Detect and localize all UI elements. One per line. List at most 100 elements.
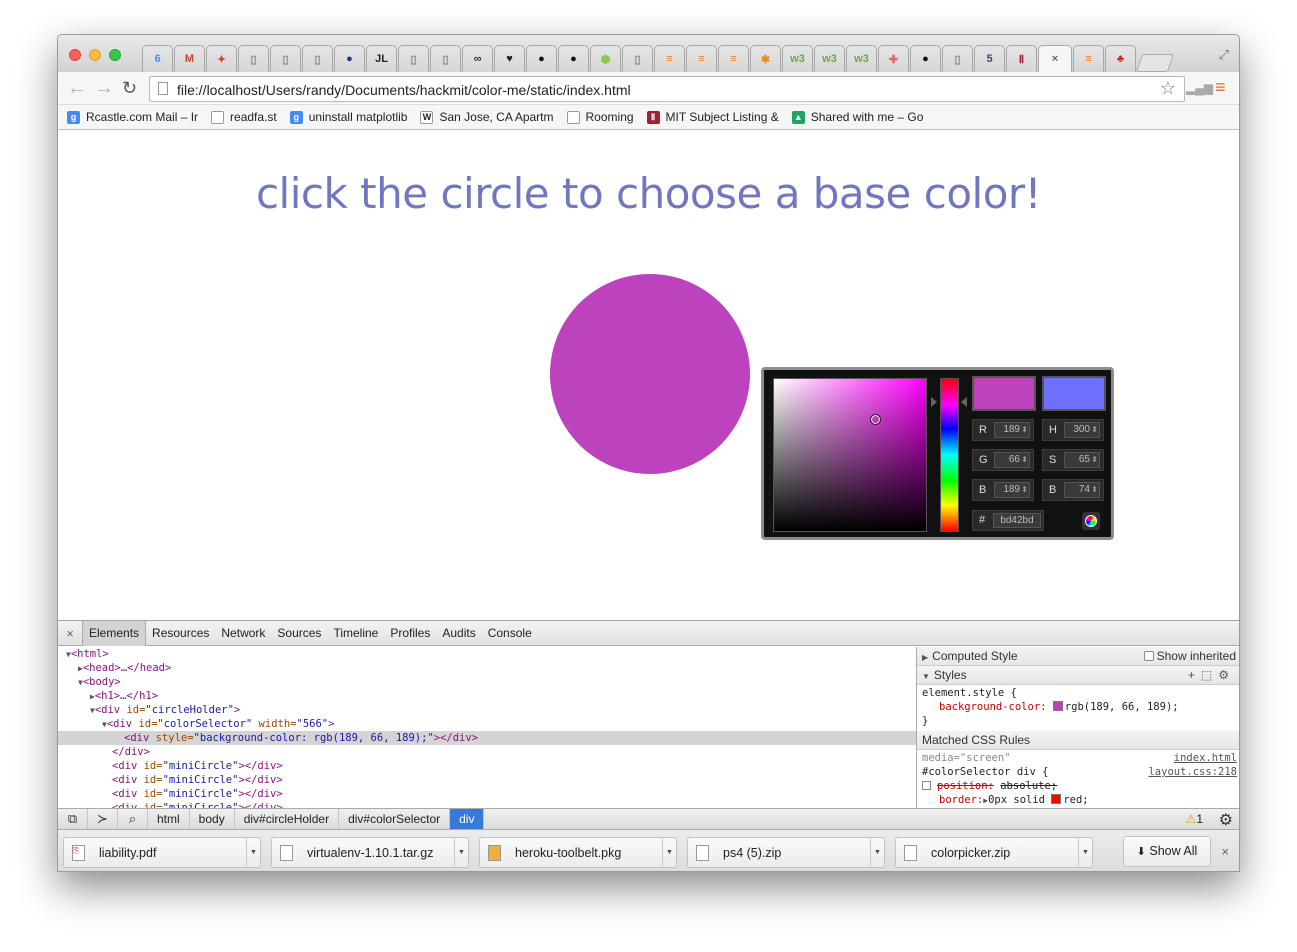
- dom-node[interactable]: <div id="miniCircle"></div>: [58, 773, 916, 787]
- layout-css-link[interactable]: layout.css:218: [1148, 765, 1237, 779]
- green-value[interactable]: 66: [994, 452, 1030, 468]
- saturation-value[interactable]: 65: [1064, 452, 1100, 468]
- dom-node[interactable]: ▼<div id="colorSelector" width="566">: [58, 717, 916, 731]
- download-menu-arrow-icon[interactable]: ▼: [1078, 837, 1092, 867]
- browser-tab[interactable]: ≡: [718, 45, 749, 72]
- red-field[interactable]: R 189: [972, 419, 1034, 441]
- signal-icon[interactable]: ▂▄▆: [1186, 81, 1213, 95]
- browser-tab[interactable]: ≡: [1073, 45, 1104, 72]
- saturation-field[interactable]: S 65: [1042, 449, 1104, 471]
- color-selector-ring[interactable]: [870, 414, 881, 425]
- hex-value[interactable]: bd42bd: [993, 513, 1041, 528]
- download-menu-arrow-icon[interactable]: ▼: [246, 837, 260, 867]
- browser-tab[interactable]: ▯: [302, 45, 333, 72]
- devtools-tab-resources[interactable]: Resources: [146, 621, 215, 646]
- browser-tab[interactable]: Ⅱ: [1006, 45, 1037, 72]
- browser-tab[interactable]: ●: [910, 45, 941, 72]
- bookmark-item[interactable]: g uninstall matplotlib: [289, 110, 407, 124]
- browser-tab[interactable]: ▯: [622, 45, 653, 72]
- browser-tab[interactable]: ●: [526, 45, 557, 72]
- brightness-field[interactable]: B 74: [1042, 479, 1104, 501]
- tab-active-close-icon[interactable]: ×: [1038, 45, 1072, 72]
- browser-tab[interactable]: ♣: [1105, 45, 1136, 72]
- style-tools-icons[interactable]: +⬚⚙: [1188, 666, 1235, 685]
- browser-tab[interactable]: ▯: [270, 45, 301, 72]
- download-item[interactable]: ⎘ liability.pdf ▼: [63, 836, 261, 868]
- bookmark-item[interactable]: g Rcastle.com Mail – Ir: [67, 110, 198, 124]
- dom-node-selected[interactable]: <div style="background-color: rgb(189, 6…: [58, 731, 916, 745]
- browser-tab[interactable]: ●: [334, 45, 365, 72]
- browser-tab[interactable]: ✱: [750, 45, 781, 72]
- download-item[interactable]: colorpicker.zip ▼: [895, 836, 1093, 868]
- devtools-tab-audits[interactable]: Audits: [436, 621, 481, 646]
- browser-tab[interactable]: ✚: [878, 45, 909, 72]
- matched-css-rules-header[interactable]: Matched CSS Rules: [917, 731, 1239, 750]
- browser-tab[interactable]: 6: [142, 45, 173, 72]
- download-menu-arrow-icon[interactable]: ▼: [870, 837, 884, 867]
- download-menu-arrow-icon[interactable]: ▼: [662, 837, 676, 867]
- devtools-tab-sources[interactable]: Sources: [271, 621, 327, 646]
- browser-tab[interactable]: ●: [558, 45, 589, 72]
- browser-tab[interactable]: M: [174, 45, 205, 72]
- download-item[interactable]: heroku-toolbelt.pkg ▼: [479, 836, 677, 868]
- browser-tab[interactable]: ⬢: [590, 45, 621, 72]
- search-icon[interactable]: ⌕: [118, 809, 148, 829]
- background-color-declaration[interactable]: background-color: rgb(189, 66, 189);: [917, 700, 1239, 714]
- console-drawer-icon[interactable]: ≻: [88, 809, 118, 829]
- fullscreen-icon[interactable]: ⤢: [1219, 47, 1229, 63]
- bookmark-star-icon[interactable]: ☆: [1160, 78, 1176, 99]
- dom-node[interactable]: <div id="miniCircle"></div>: [58, 801, 916, 808]
- browser-tab[interactable]: ∞: [462, 45, 493, 72]
- reload-button[interactable]: ↻: [122, 77, 137, 99]
- browser-tab[interactable]: ▯: [942, 45, 973, 72]
- browser-tab[interactable]: w3: [782, 45, 813, 72]
- dom-node[interactable]: ▶<h1>…</h1>: [58, 689, 916, 703]
- window-zoom-button[interactable]: [109, 49, 121, 61]
- window-close-button[interactable]: [69, 49, 81, 61]
- browser-tab[interactable]: 5: [974, 45, 1005, 72]
- browser-tab[interactable]: ▯: [398, 45, 429, 72]
- styles-header[interactable]: ▼ Styles +⬚⚙: [917, 666, 1239, 685]
- browser-tab[interactable]: ≡: [686, 45, 717, 72]
- close-downloads-icon[interactable]: ×: [1221, 844, 1229, 859]
- dom-node[interactable]: <div id="miniCircle"></div>: [58, 787, 916, 801]
- dom-node[interactable]: ▼<body>: [58, 675, 916, 689]
- red-swatch-icon[interactable]: [1051, 794, 1062, 804]
- index-html-link[interactable]: index.html: [1174, 751, 1237, 765]
- show-all-downloads-button[interactable]: ⬇ Show All: [1123, 836, 1211, 867]
- brightness-value[interactable]: 74: [1064, 482, 1100, 498]
- devtools-tab-console[interactable]: Console: [482, 621, 538, 646]
- settings-gear-icon[interactable]: ⚙: [1219, 810, 1233, 830]
- breadcrumb-item[interactable]: body: [190, 809, 235, 829]
- dom-node[interactable]: ▼<html>: [58, 647, 916, 661]
- dom-node[interactable]: ▶<head>…</head>: [58, 661, 916, 675]
- back-button[interactable]: ←: [67, 77, 87, 99]
- original-color-swatch[interactable]: [1042, 376, 1106, 411]
- forward-button[interactable]: →: [94, 77, 114, 99]
- saturation-brightness-area[interactable]: [773, 378, 927, 532]
- bookmark-item[interactable]: Rooming: [566, 110, 634, 124]
- border-declaration[interactable]: border:▶0px solid red;: [917, 793, 1239, 808]
- bookmark-item[interactable]: ▲ Shared with me – Go: [791, 110, 923, 124]
- base-color-circle[interactable]: [550, 274, 750, 474]
- hue-field[interactable]: H 300: [1042, 419, 1104, 441]
- dom-node[interactable]: <div id="miniCircle"></div>: [58, 759, 916, 773]
- bookmark-item[interactable]: W San Jose, CA Apartm: [420, 110, 554, 124]
- position-declaration[interactable]: position: absolute;: [917, 779, 1239, 793]
- devtools-tab-elements[interactable]: Elements: [82, 620, 147, 646]
- download-item[interactable]: virtualenv-1.10.1.tar.gz ▼: [271, 836, 469, 868]
- browser-tab[interactable]: JL: [366, 45, 397, 72]
- color-wheel-icon[interactable]: [1082, 512, 1100, 530]
- blue-field[interactable]: B 189: [972, 479, 1034, 501]
- browser-tab[interactable]: ▯: [238, 45, 269, 72]
- menu-icon[interactable]: ≡: [1215, 78, 1226, 96]
- devtools-close-icon[interactable]: ×: [58, 626, 82, 641]
- browser-tab[interactable]: ▯: [430, 45, 461, 72]
- browser-tab[interactable]: w3: [814, 45, 845, 72]
- hue-value[interactable]: 300: [1064, 422, 1100, 438]
- download-item[interactable]: ps4 (5).zip ▼: [687, 836, 885, 868]
- devtools-tab-network[interactable]: Network: [215, 621, 271, 646]
- bookmark-item[interactable]: readfa.st: [211, 110, 277, 124]
- breadcrumb-item[interactable]: div#circleHolder: [235, 809, 340, 829]
- dock-icon[interactable]: ⧉: [58, 809, 88, 829]
